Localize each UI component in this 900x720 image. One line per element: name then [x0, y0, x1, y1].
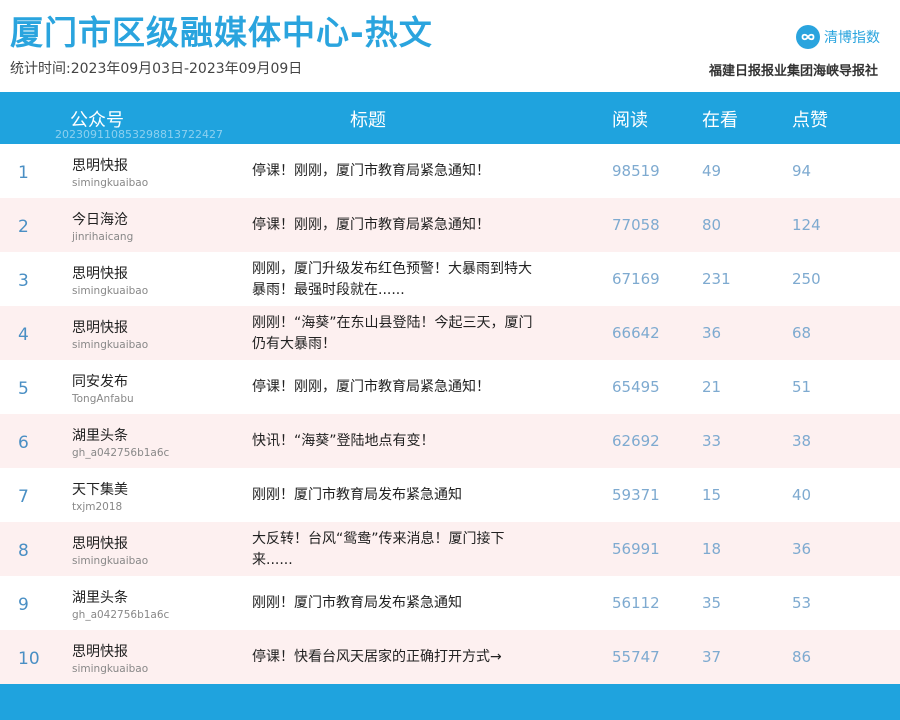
read-count: 59371 — [612, 486, 660, 504]
article-title-link[interactable]: 刚刚，厦门升级发布红色预警！大暴雨到特大暴雨！最强时段就在...... — [252, 259, 537, 301]
read-count: 66642 — [612, 324, 660, 342]
account-id: jinrihaicang — [72, 231, 134, 243]
read-count: 56991 — [612, 540, 660, 558]
view-count: 18 — [702, 540, 722, 558]
rank-number: 8 — [18, 541, 29, 561]
rank-number: 4 — [18, 325, 29, 345]
account-name[interactable]: 天下集美 — [72, 479, 128, 499]
read-count: 67169 — [612, 270, 660, 288]
account-id: txjm2018 — [72, 501, 123, 513]
statistics-period: 统计时间:2023年09月03日-2023年09月09日 — [10, 61, 303, 77]
article-title-link[interactable]: 大反转！台风“鸳鸯”传来消息！厦门接下来...... — [252, 529, 537, 571]
view-count: 33 — [702, 432, 722, 450]
view-count: 49 — [702, 162, 722, 180]
article-title-link[interactable]: 停课！快看台风天居家的正确打开方式→ — [252, 647, 537, 668]
account-id: gh_a042756b1a6c — [72, 609, 170, 621]
table-row[interactable]: 4 思明快报 simingkuaibao 刚刚！“海葵”在东山县登陆！今起三天，厦门仍… — [0, 306, 900, 360]
read-count: 62692 — [612, 432, 660, 450]
like-count: 36 — [792, 540, 812, 558]
report-header: 厦门市区级融媒体中心-热文 统计时间:2023年09月03日-2023年09月0… — [0, 0, 900, 92]
rank-number: 2 — [18, 217, 29, 237]
rank-number: 7 — [18, 487, 29, 507]
column-header-views: 在看 — [702, 110, 738, 131]
view-count: 36 — [702, 324, 722, 342]
like-count: 40 — [792, 486, 812, 504]
column-header-reads: 阅读 — [612, 110, 648, 131]
brand-name: 清博指数 — [824, 30, 880, 46]
account-name[interactable]: 湖里头条 — [72, 425, 128, 445]
account-name[interactable]: 思明快报 — [72, 317, 128, 337]
table-row[interactable]: 2 今日海沧 jinrihaicang 停课！刚刚，厦门市教育局紧急通知！ 77058 8… — [0, 198, 900, 252]
column-header-likes: 点赞 — [792, 110, 828, 131]
table-row[interactable]: 7 天下集美 txjm2018 刚刚！厦门市教育局发布紧急通知 59371 15 40 — [0, 468, 900, 522]
view-count: 80 — [702, 216, 722, 234]
account-name[interactable]: 今日海沧 — [72, 209, 128, 229]
account-id: simingkuaibao — [72, 285, 149, 297]
table-row[interactable]: 5 同安发布 TongAnfabu 停课！刚刚，厦门市教育局紧急通知！ 65495 21 5… — [0, 360, 900, 414]
view-count: 35 — [702, 594, 722, 612]
read-count: 65495 — [612, 378, 660, 396]
account-name[interactable]: 思明快报 — [72, 155, 128, 175]
account-id: simingkuaibao — [72, 555, 149, 567]
footer-bar — [0, 684, 900, 720]
view-count: 21 — [702, 378, 722, 396]
read-count: 77058 — [612, 216, 660, 234]
table-row[interactable]: 3 思明快报 simingkuaibao 刚刚，厦门升级发布红色预警！大暴雨到特大暴雨… — [0, 252, 900, 306]
view-count: 15 — [702, 486, 722, 504]
publisher-name: 福建日报报业集团海峡导报社 — [708, 64, 878, 79]
like-count: 250 — [792, 270, 821, 288]
article-title-link[interactable]: 刚刚！“海葵”在东山县登陆！今起三天，厦门仍有大暴雨！ — [252, 313, 537, 355]
account-id: TongAnfabu — [72, 393, 134, 405]
article-title-link[interactable]: 停课！刚刚，厦门市教育局紧急通知！ — [252, 161, 537, 182]
rank-number: 9 — [18, 595, 29, 615]
like-count: 53 — [792, 594, 812, 612]
account-name[interactable]: 同安发布 — [72, 371, 128, 391]
read-count: 56112 — [612, 594, 660, 612]
article-title-link[interactable]: 快讯！“海葵”登陆地点有变！ — [252, 431, 537, 452]
table-header: 公众号 标题 阅读 在看 点赞 20230911085329881372242​… — [0, 92, 900, 144]
table-row[interactable]: 6 湖里头条 gh_a042756b1a6c 快讯！“海葵”登陆地点有变！ 62692 3… — [0, 414, 900, 468]
like-count: 51 — [792, 378, 812, 396]
rank-number: 6 — [18, 433, 29, 453]
like-count: 86 — [792, 648, 812, 666]
like-count: 38 — [792, 432, 812, 450]
article-title-link[interactable]: 停课！刚刚，厦门市教育局紧急通知！ — [252, 215, 537, 236]
article-title-link[interactable]: 刚刚！厦门市教育局发布紧急通知 — [252, 485, 537, 506]
page-title: 厦门市区级融媒体中心-热文 — [10, 13, 433, 52]
rank-number: 10 — [18, 649, 40, 669]
like-count: 94 — [792, 162, 812, 180]
account-name[interactable]: 思明快报 — [72, 533, 128, 553]
infinity-logo-icon — [796, 25, 820, 49]
account-name[interactable]: 湖里头条 — [72, 587, 128, 607]
like-count: 124 — [792, 216, 821, 234]
table-row[interactable]: 10 思明快报 simingkuaibao 停课！快看台风天居家的正确打开方式→ 557… — [0, 630, 900, 684]
rank-number: 5 — [18, 379, 29, 399]
article-title-link[interactable]: 停课！刚刚，厦门市教育局紧急通知！ — [252, 377, 537, 398]
article-title-link[interactable]: 刚刚！厦门市教育局发布紧急通知 — [252, 593, 537, 614]
account-name[interactable]: 思明快报 — [72, 263, 128, 283]
report-id: 20230911085329881372242​7 — [55, 128, 223, 141]
table-row[interactable]: 8 思明快报 simingkuaibao 大反转！台风“鸳鸯”传来消息！厦门接下来..… — [0, 522, 900, 576]
brand: 清博指数 — [796, 24, 880, 50]
account-id: simingkuaibao — [72, 177, 149, 189]
table-row[interactable]: 9 湖里头条 gh_a042756b1a6c 刚刚！厦门市教育局发布紧急通知 56112… — [0, 576, 900, 630]
account-id: gh_a042756b1a6c — [72, 447, 170, 459]
rank-number: 1 — [18, 163, 29, 183]
read-count: 98519 — [612, 162, 660, 180]
account-name[interactable]: 思明快报 — [72, 641, 128, 661]
like-count: 68 — [792, 324, 812, 342]
table-row[interactable]: 1 思明快报 simingkuaibao 停课！刚刚，厦门市教育局紧急通知！ 98519… — [0, 144, 900, 198]
account-id: simingkuaibao — [72, 339, 149, 351]
table-body: 1 思明快报 simingkuaibao 停课！刚刚，厦门市教育局紧急通知！ 98519… — [0, 144, 900, 684]
view-count: 231 — [702, 270, 731, 288]
read-count: 55747 — [612, 648, 660, 666]
column-header-title: 标题 — [350, 110, 386, 131]
account-id: simingkuaibao — [72, 663, 149, 675]
view-count: 37 — [702, 648, 722, 666]
rank-number: 3 — [18, 271, 29, 291]
